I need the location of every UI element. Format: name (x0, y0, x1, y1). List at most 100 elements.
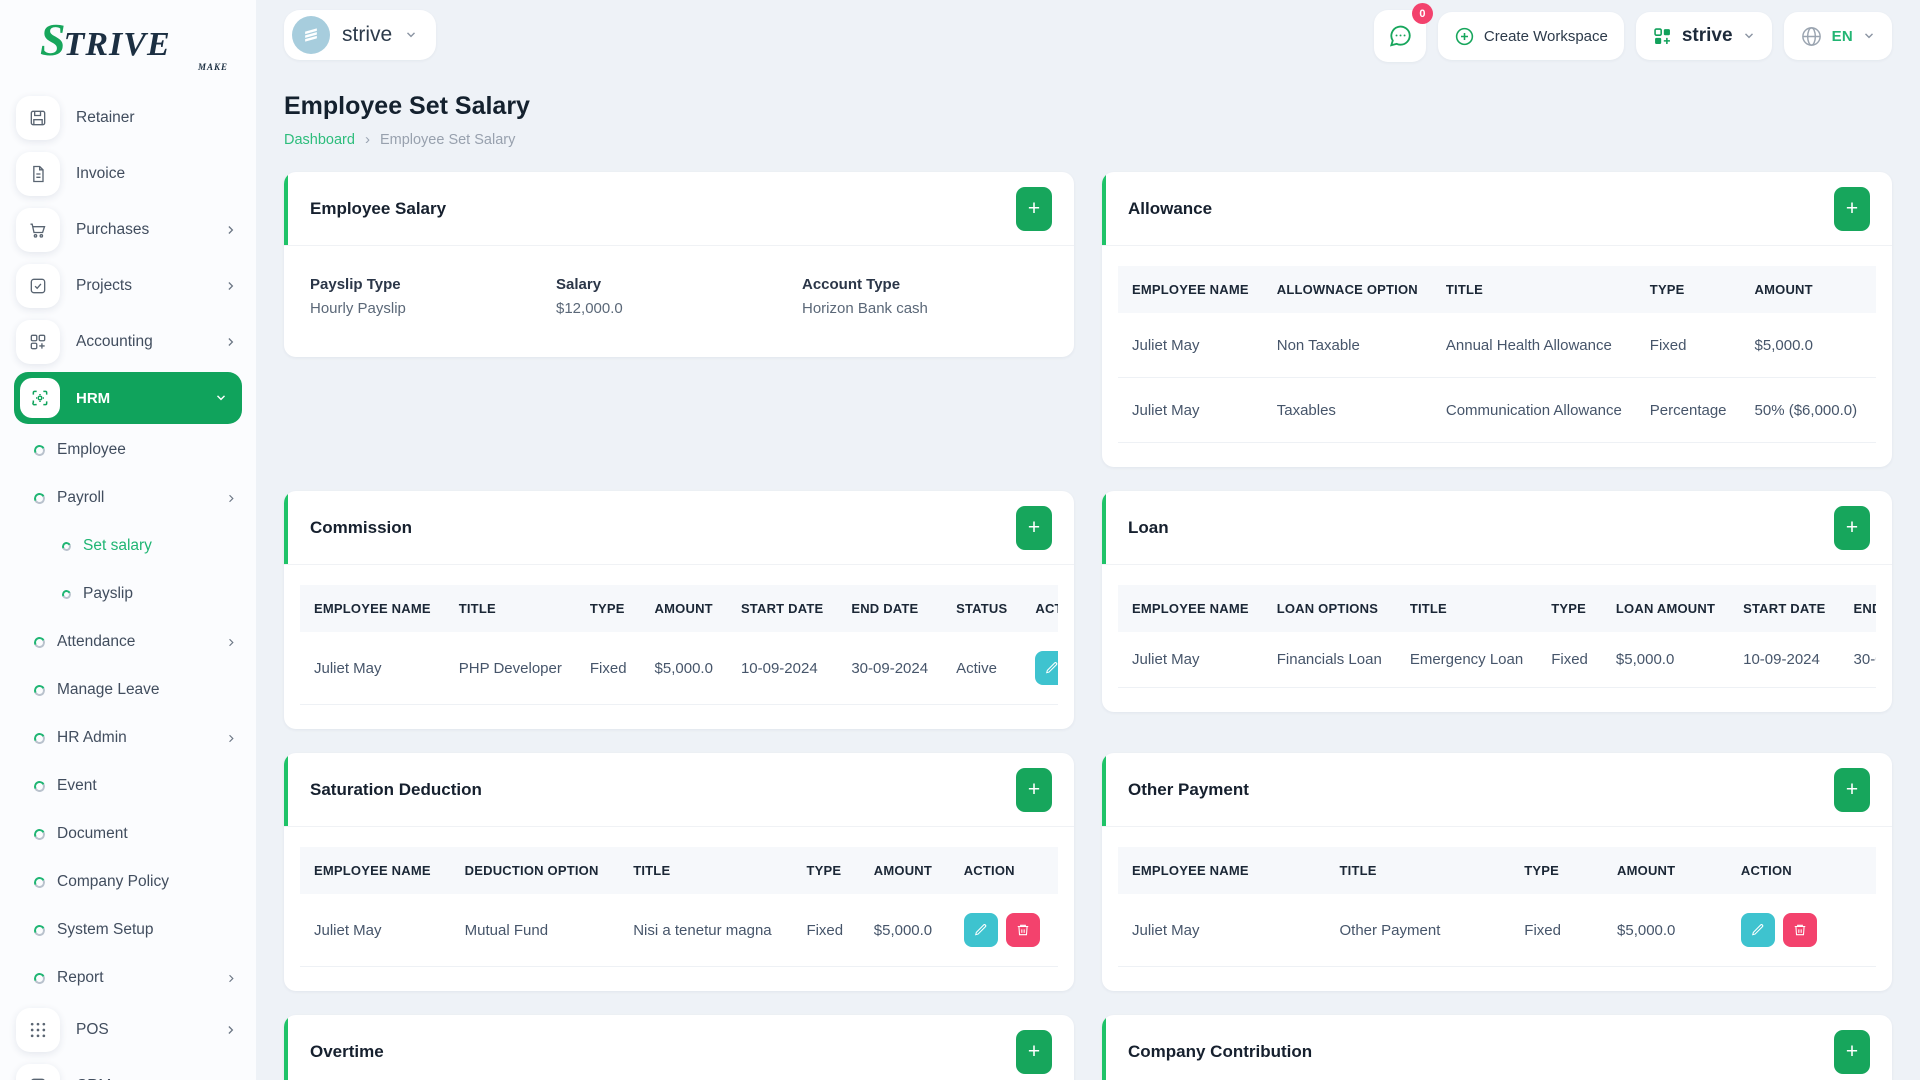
cell-allowance-option: Taxables (1263, 378, 1432, 443)
chevron-down-icon (404, 28, 418, 42)
cell-title: Other Payment (1326, 894, 1511, 967)
card-title: Loan (1128, 518, 1169, 538)
breadcrumb-separator-icon: › (365, 131, 370, 148)
table-row: Juliet May PHP Developer Fixed $5,000.0 … (300, 632, 1058, 705)
dot-icon (33, 779, 47, 793)
brand-logo-text: TRIVE (64, 26, 171, 64)
column-header: STATUS (942, 585, 1021, 632)
sidebar-item-accounting[interactable]: Accounting (0, 314, 256, 370)
sidebar-item-pos[interactable]: POS (0, 1002, 256, 1058)
brand-logo[interactable]: STRIVE MAKE (0, 14, 256, 82)
topbar-actions: 0 Create Workspace strive EN (1374, 10, 1892, 62)
language-selector[interactable]: EN (1784, 12, 1892, 60)
topbar: strive 0 Create Workspace strive EN (284, 0, 1892, 62)
field-value: $12,000.0 (556, 300, 802, 317)
accounting-icon (16, 320, 60, 364)
sidebar-item-label: Set salary (83, 537, 238, 555)
card-title: Overtime (310, 1042, 384, 1062)
create-workspace-button[interactable]: Create Workspace (1438, 12, 1624, 60)
sidebar-item-projects[interactable]: Projects (0, 258, 256, 314)
cell-amount: 50% ($6,000.0) (1741, 378, 1872, 443)
add-icon: + (1028, 778, 1040, 802)
table-row: Juliet May Financials Loan Emergency Loa… (1118, 632, 1876, 688)
sidebar-item-label: Payroll (57, 489, 225, 507)
chat-button[interactable]: 0 (1374, 10, 1426, 62)
cell-title: PHP Developer (445, 632, 576, 705)
sidebar-item-system-setup[interactable]: System Setup (0, 906, 256, 954)
table-header-row: EMPLOYEE NAME ALLOWNACE OPTION TITLE TYP… (1118, 266, 1876, 313)
edit-button[interactable] (964, 913, 998, 947)
add-loan-button[interactable]: + (1834, 506, 1870, 550)
chevron-down-icon (214, 391, 228, 405)
column-header: START DATE (1729, 585, 1839, 632)
sidebar-item-report[interactable]: Report (0, 954, 256, 1002)
column-header: AMOUNT (641, 585, 727, 632)
sidebar-item-retainer[interactable]: Retainer (0, 90, 256, 146)
sidebar-item-label: Event (57, 777, 238, 795)
field-label: Account Type (802, 276, 1048, 293)
add-allowance-button[interactable]: + (1834, 187, 1870, 231)
add-commission-button[interactable]: + (1016, 506, 1052, 550)
column-header: TITLE (1396, 585, 1537, 632)
edit-button[interactable] (1741, 913, 1775, 947)
allowance-table-wrap: EMPLOYEE NAME ALLOWNACE OPTION TITLE TYP… (1118, 266, 1876, 443)
sidebar-item-purchases[interactable]: Purchases (0, 202, 256, 258)
cell-type: Fixed (1537, 632, 1602, 688)
cell-employee-name: Juliet May (300, 894, 451, 967)
workspace-selector[interactable]: strive (284, 10, 436, 60)
loan-card-header: Loan + (1102, 491, 1892, 565)
overtime-card: Overtime + (284, 1015, 1074, 1080)
cell-deduction-option: Mutual Fund (451, 894, 620, 967)
sidebar-item-hr-admin[interactable]: HR Admin (0, 714, 256, 762)
sidebar-nav: Retainer Invoice Purchases Projects (0, 90, 256, 1080)
field-label: Salary (556, 276, 802, 293)
column-header: TYPE (792, 847, 859, 894)
company-contribution-card: Company Contribution + (1102, 1015, 1892, 1080)
cell-employee-name: Juliet May (1118, 894, 1326, 967)
card-title: Saturation Deduction (310, 780, 482, 800)
sidebar-item-set-salary[interactable]: Set salary (0, 522, 256, 570)
card-title: Commission (310, 518, 412, 538)
cell-title: Communication Allowance (1432, 378, 1636, 443)
cell-status: Active (942, 632, 1021, 705)
sidebar-item-label: Employee (57, 441, 238, 459)
sidebar-item-invoice[interactable]: Invoice (0, 146, 256, 202)
sidebar-item-label: Manage Leave (57, 681, 238, 699)
sidebar-item-attendance[interactable]: Attendance (0, 618, 256, 666)
sidebar-item-event[interactable]: Event (0, 762, 256, 810)
add-other-payment-button[interactable]: + (1834, 768, 1870, 812)
purchases-cart-icon (16, 208, 60, 252)
column-header: TITLE (445, 585, 576, 632)
add-company-contribution-button[interactable]: + (1834, 1030, 1870, 1074)
cell-loan-amount: $5,000.0 (1602, 632, 1729, 688)
column-header: END DATE (1840, 585, 1876, 632)
cell-type: Fixed (1510, 894, 1603, 967)
cell-employee-name: Juliet May (1118, 632, 1263, 688)
app-switcher-button[interactable]: strive (1636, 12, 1772, 60)
sidebar-item-payslip[interactable]: Payslip (0, 570, 256, 618)
sidebar-item-employee[interactable]: Employee (0, 426, 256, 474)
delete-icon (1793, 923, 1807, 937)
sidebar-item-manage-leave[interactable]: Manage Leave (0, 666, 256, 714)
breadcrumb-dashboard-link[interactable]: Dashboard (284, 132, 355, 148)
column-header: TYPE (1636, 266, 1741, 313)
sidebar-item-hrm[interactable]: HRM (14, 372, 242, 424)
sidebar-item-crm[interactable]: CRM (0, 1058, 256, 1080)
dot-icon (33, 971, 47, 985)
allowance-card-header: Allowance + (1102, 172, 1892, 246)
sidebar-item-document[interactable]: Document (0, 810, 256, 858)
add-deduction-button[interactable]: + (1016, 768, 1052, 812)
cell-amount: $5,000.0 (860, 894, 950, 967)
delete-button[interactable] (1006, 913, 1040, 947)
sidebar-item-company-policy[interactable]: Company Policy (0, 858, 256, 906)
commission-table: EMPLOYEE NAME TITLE TYPE AMOUNT START DA… (300, 585, 1058, 705)
sidebar-item-label: Company Policy (57, 873, 238, 891)
column-header: EMPLOYEE NAME (1118, 266, 1263, 313)
sidebar-item-payroll[interactable]: Payroll (0, 474, 256, 522)
add-overtime-button[interactable]: + (1016, 1030, 1052, 1074)
employee-salary-card: Employee Salary + Payslip Type Hourly Pa… (284, 172, 1074, 357)
add-salary-button[interactable]: + (1016, 187, 1052, 231)
delete-button[interactable] (1783, 913, 1817, 947)
edit-button[interactable] (1035, 651, 1058, 685)
field-payslip-type: Payslip Type Hourly Payslip (310, 276, 556, 317)
